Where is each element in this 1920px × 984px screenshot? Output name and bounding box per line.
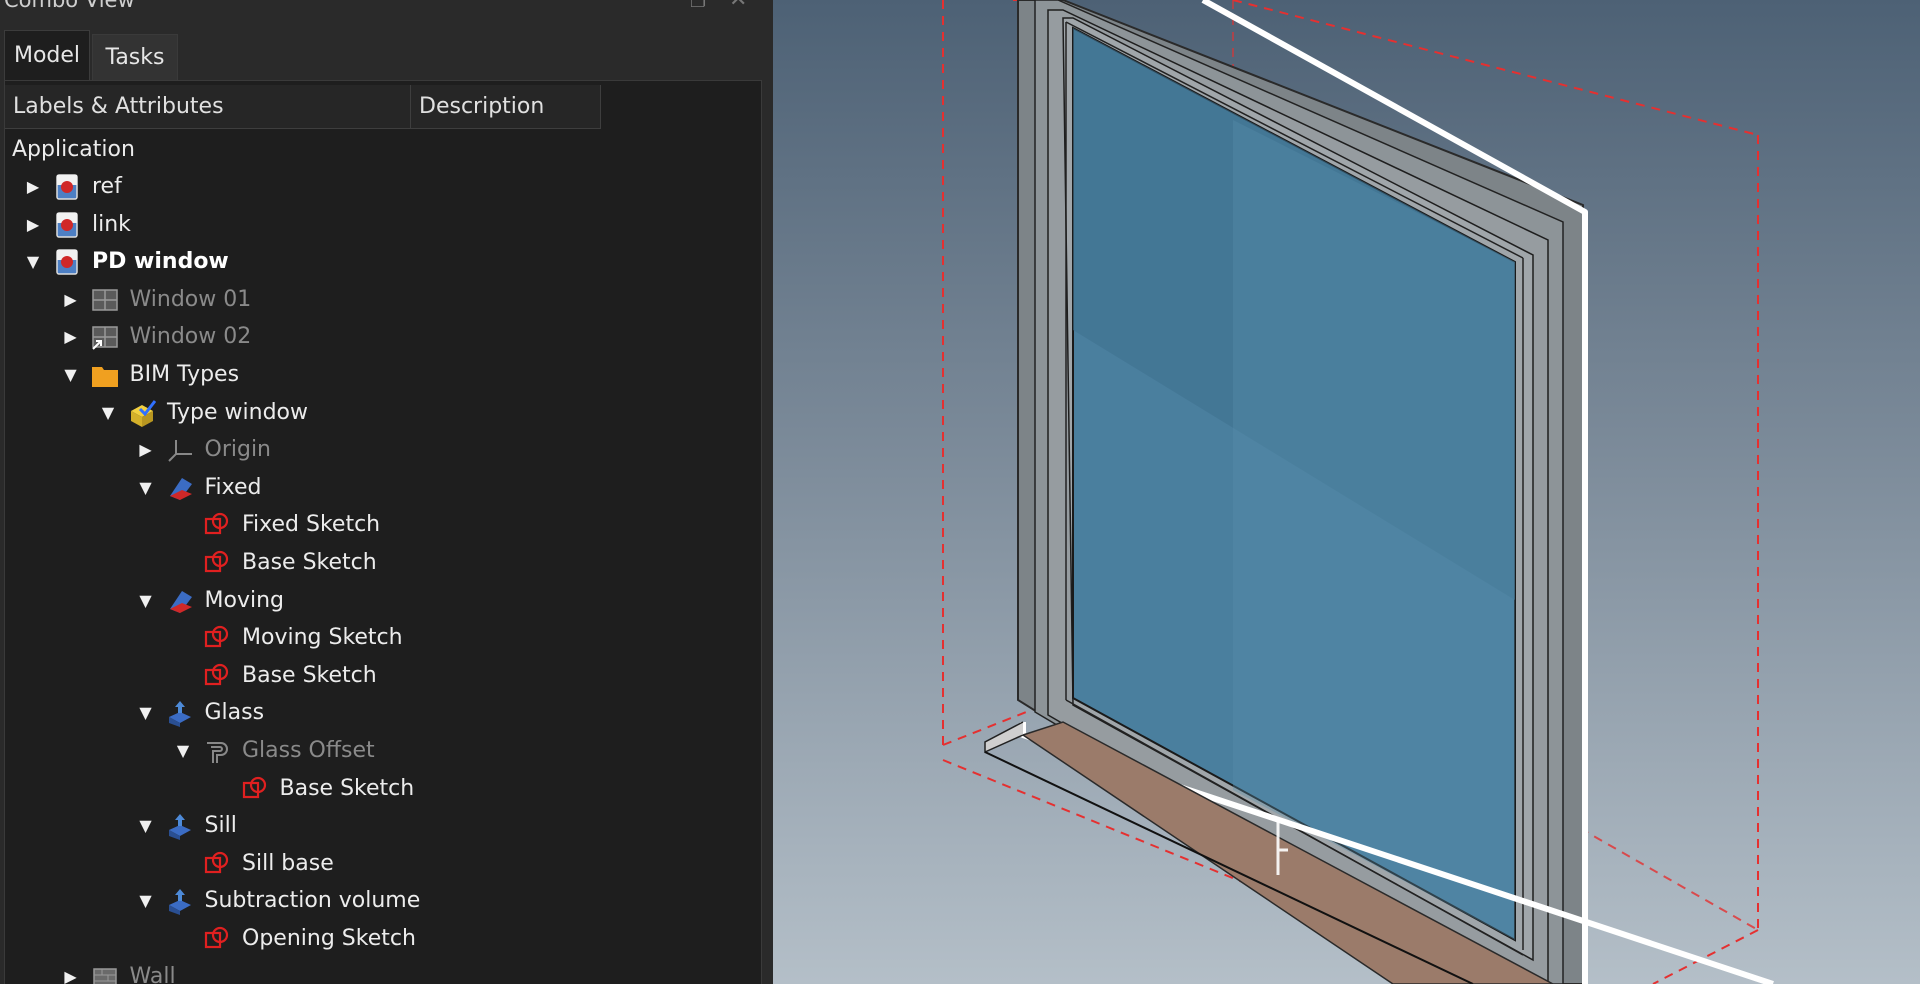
document-icon: [53, 211, 81, 239]
chevron-down-icon[interactable]: ▼: [136, 694, 156, 731]
column-header-labels-text: Labels & Attributes: [13, 94, 224, 119]
tree-item-label: Sill: [204, 813, 237, 839]
document-icon: [53, 173, 81, 201]
tree-item-label: Fixed Sketch: [242, 512, 381, 538]
undock-icon[interactable]: ❐: [690, 0, 708, 12]
tab-model[interactable]: Model: [4, 30, 90, 81]
sketch-icon: [203, 662, 231, 690]
sketch-icon: [203, 850, 231, 878]
chevron-down-icon[interactable]: ▼: [23, 243, 43, 280]
chevron-right-icon[interactable]: ▶: [23, 168, 43, 205]
chevron-right-icon[interactable]: ▶: [61, 318, 81, 355]
wall-icon: [91, 963, 119, 984]
tree-item-label: PD window: [92, 249, 229, 275]
sketch-icon: [203, 925, 231, 953]
tree-item-label: Opening Sketch: [242, 926, 416, 951]
3d-viewport[interactable]: [773, 0, 1920, 984]
chevron-right-icon[interactable]: ▶: [23, 206, 43, 243]
chevron-right-icon[interactable]: ▶: [61, 958, 81, 984]
tree-item-label: Origin: [204, 437, 272, 463]
origin-icon: [166, 436, 194, 464]
feature-icon: [166, 474, 194, 502]
offset-icon: [203, 737, 231, 765]
tree-item-label: Type window: [167, 399, 308, 425]
close-icon[interactable]: ✕: [729, 0, 747, 12]
tree-item-label: Glass: [204, 700, 265, 726]
tree-item-label: BIM Types: [129, 362, 240, 387]
extrude-icon: [166, 812, 194, 841]
extrude-icon: [166, 887, 194, 916]
combo-view-panel: Combo View ❐ ✕ Model Tasks Labels & Attr…: [0, 0, 773, 984]
sketch-icon: [241, 775, 269, 803]
combo-view-title: Combo View: [4, 0, 135, 12]
window-link-icon: [91, 323, 119, 351]
chevron-right-icon[interactable]: ▶: [136, 431, 156, 468]
chevron-down-icon[interactable]: ▼: [136, 882, 156, 919]
chevron-right-icon[interactable]: ▶: [61, 281, 81, 318]
tree-item-label: link: [92, 211, 131, 237]
document-icon: [53, 248, 81, 276]
window-icon: [91, 286, 119, 314]
tree-item-label: Sill base: [242, 850, 334, 876]
tree-root-label: Application: [12, 137, 135, 162]
window-model-view[interactable]: [773, 0, 1920, 984]
part-body-icon: [128, 399, 157, 427]
extrude-icon: [166, 699, 194, 728]
tree-item-label: Window 01: [129, 286, 252, 312]
chevron-down-icon[interactable]: ▼: [61, 356, 81, 393]
tree-item-label: Glass Offset: [242, 738, 375, 763]
chevron-down-icon[interactable]: ▼: [136, 582, 156, 619]
chevron-down-icon[interactable]: ▼: [136, 807, 156, 844]
column-header-description-text: Description: [419, 94, 545, 119]
column-header-description[interactable]: Description: [411, 85, 601, 129]
tree-item-label: Moving: [204, 587, 284, 613]
tree-item-label: Base Sketch: [242, 662, 377, 688]
tree-item-label: Window 02: [129, 324, 252, 350]
tab-tasks-label: Tasks: [105, 45, 165, 70]
combo-view-title-bar: Combo View ❐ ✕: [0, 0, 773, 12]
sketch-icon: [203, 624, 231, 652]
feature-icon: [166, 587, 194, 615]
folder-icon: [91, 361, 119, 389]
chevron-down-icon[interactable]: ▼: [173, 732, 193, 769]
sketch-icon: [203, 511, 231, 539]
tab-model-label: Model: [13, 43, 81, 68]
tree-item-label: Base Sketch: [242, 550, 377, 575]
column-header-labels[interactable]: Labels & Attributes: [5, 85, 411, 129]
sketch-icon: [203, 549, 231, 577]
chevron-down-icon[interactable]: ▼: [98, 394, 118, 431]
tree-item-label: Fixed: [204, 474, 262, 500]
tree-item-label: ref: [92, 174, 122, 199]
tree-item-label: Wall: [129, 963, 176, 984]
tree-item-label: Subtraction volume: [204, 888, 421, 914]
chevron-down-icon[interactable]: ▼: [136, 469, 156, 506]
tab-tasks[interactable]: Tasks: [92, 34, 178, 81]
model-tree: Labels & Attributes Description Applicat…: [4, 80, 762, 984]
tree-item-label: Base Sketch: [279, 775, 415, 801]
tree-item-label: Moving Sketch: [242, 625, 403, 651]
